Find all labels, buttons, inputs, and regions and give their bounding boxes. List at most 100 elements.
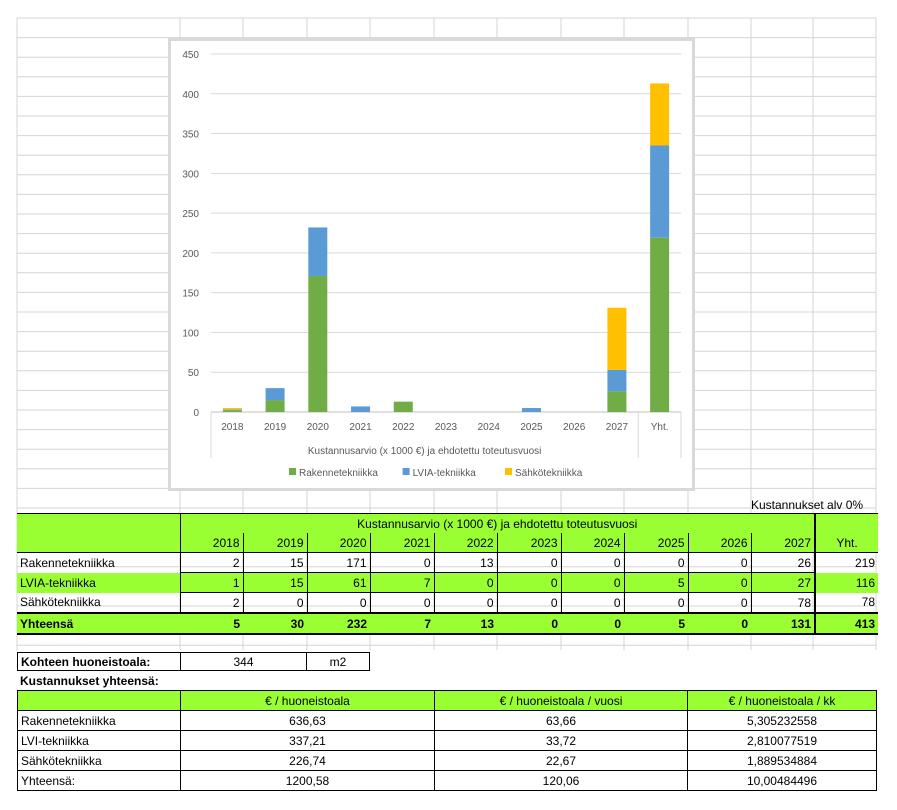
row-total[interactable]: 116 <box>814 572 879 593</box>
bar-segment <box>650 145 670 238</box>
cost-cell[interactable]: 26 <box>750 552 816 573</box>
sum-total[interactable]: 413 <box>814 613 879 634</box>
cost-cell[interactable]: 61 <box>306 572 370 593</box>
alv-note: Kustannukset alv 0% <box>751 498 864 512</box>
sum-cell[interactable]: 7 <box>370 613 434 634</box>
cost-cell[interactable]: 0 <box>496 552 561 573</box>
sum-cell[interactable]: 5 <box>180 613 243 634</box>
cost-cell[interactable]: 171 <box>306 552 370 573</box>
bar-segment <box>308 227 328 276</box>
year-header: 2025 <box>623 533 688 553</box>
summary-cell[interactable]: 33,72 <box>434 730 688 751</box>
cost-cell[interactable]: 0 <box>560 592 624 614</box>
y-tick-label: 450 <box>182 50 199 61</box>
summary-title: Kustannukset yhteensä: <box>20 674 159 688</box>
cost-row: Rakennetekniikka 2 15 171 0 13 0 0 0 0 26 219 <box>17 552 879 573</box>
sum-cell[interactable]: 131 <box>751 613 815 634</box>
summary-cell[interactable]: 2,810077519 <box>687 730 877 751</box>
cost-cell[interactable]: 0 <box>496 572 561 593</box>
area-value: 344 <box>180 652 307 671</box>
x-tick-label: Yht. <box>651 422 669 433</box>
row-total[interactable]: 78 <box>814 592 879 613</box>
bar-segment <box>308 275 328 412</box>
x-tick-label: 2022 <box>392 422 415 433</box>
sum-cell[interactable]: 232 <box>307 613 370 634</box>
legend-label: Rakennetekniikka <box>299 468 378 479</box>
bar-segment <box>222 410 242 412</box>
year-header: 2023 <box>496 533 561 553</box>
cost-cell[interactable]: 0 <box>306 592 370 614</box>
bar-segment <box>265 400 285 412</box>
summary-cell[interactable]: 337,21 <box>180 730 435 751</box>
sum-cell[interactable]: 30 <box>243 613 307 634</box>
cost-cell[interactable]: 0 <box>496 592 561 614</box>
sum-cell[interactable]: 0 <box>688 613 751 634</box>
bar-segment <box>521 408 541 412</box>
cost-cell[interactable]: 5 <box>623 572 688 593</box>
bar-segment <box>650 237 670 412</box>
summary-row: Yhteensä: 1200,58 120,06 10,00484496 <box>17 770 877 791</box>
summary-row: Rakennetekniikka 636,63 63,66 5,305232558 <box>17 710 877 731</box>
cost-cell[interactable]: 0 <box>433 592 497 614</box>
summary-cell[interactable]: 10,00484496 <box>687 770 877 791</box>
summary-cell[interactable]: 120,06 <box>434 770 688 791</box>
summary-cell[interactable]: 63,66 <box>434 710 688 731</box>
cost-cell[interactable]: 15 <box>242 572 307 593</box>
cost-cell[interactable]: 0 <box>369 592 434 614</box>
summary-cell[interactable]: 226,74 <box>180 750 435 771</box>
row-label: Sähkötekniikka <box>20 595 101 610</box>
chart-area[interactable]: 0 50 100 150 200 250 300 350 400 450 2018 2019 2020 2… <box>168 38 695 491</box>
year-header: 2018 <box>179 533 243 553</box>
year-header: 2021 <box>369 533 434 553</box>
legend-swatch <box>289 468 296 475</box>
x-tick-label: 2024 <box>478 422 501 433</box>
legend-swatch <box>402 468 410 475</box>
cost-cell[interactable]: 0 <box>687 592 751 614</box>
summary-row-label: Sähkötekniikka <box>21 753 102 768</box>
summary-cell[interactable]: 22,67 <box>434 750 688 771</box>
x-tick-label: 2025 <box>520 422 543 433</box>
cost-cell[interactable]: 0 <box>687 552 751 573</box>
cost-cell[interactable]: 78 <box>750 592 816 614</box>
y-tick-label: 400 <box>182 90 199 101</box>
cost-cell[interactable]: 0 <box>433 572 497 593</box>
cost-row: LVIA-tekniikka 1 15 61 7 0 0 0 5 0 27 116 <box>17 572 879 593</box>
cost-cell[interactable]: 0 <box>242 592 307 614</box>
cost-cell[interactable]: 13 <box>433 552 497 573</box>
summary-cell[interactable]: 1,889534884 <box>687 750 877 771</box>
sum-cell[interactable]: 5 <box>624 613 688 634</box>
sum-cell[interactable]: 0 <box>561 613 624 634</box>
cost-cell[interactable]: 0 <box>623 592 688 614</box>
cost-cell[interactable]: 27 <box>750 572 816 593</box>
row-label: Rakennetekniikka <box>20 555 115 570</box>
year-header: 2022 <box>433 533 497 553</box>
cost-cell[interactable]: 2 <box>179 552 243 573</box>
summary-cell[interactable]: 5,305232558 <box>687 710 877 731</box>
cost-cell[interactable]: 2 <box>179 592 243 614</box>
x-axis-label: Kustannusarvio (x 1000 €) ja ehdotettu t… <box>308 446 541 457</box>
row-total[interactable]: 219 <box>814 552 879 573</box>
summary-header: € / huoneistoala / vuosi <box>434 690 688 711</box>
summary-cell[interactable]: 636,63 <box>180 710 435 731</box>
legend-label: LVIA-tekniikka <box>413 468 477 479</box>
summary-row: LVI-tekniikka 337,21 33,72 2,810077519 <box>17 730 877 751</box>
cost-cell[interactable]: 0 <box>623 552 688 573</box>
sum-cell[interactable]: 0 <box>497 613 561 634</box>
bar-segment <box>607 307 627 370</box>
cost-cell[interactable]: 15 <box>242 552 307 573</box>
legend-label: Sähkötekniikka <box>515 468 583 479</box>
year-header: 2027 <box>750 533 816 553</box>
cost-cell[interactable]: 0 <box>560 552 624 573</box>
summary-cell[interactable]: 1200,58 <box>180 770 435 791</box>
cost-cell[interactable]: 1 <box>179 572 243 593</box>
bar-segment <box>607 391 627 412</box>
x-tick-label: 2021 <box>349 422 372 433</box>
year-header: 2020 <box>306 533 370 553</box>
cost-cell[interactable]: 0 <box>687 572 751 593</box>
sum-cell[interactable]: 13 <box>434 613 497 634</box>
cost-cell[interactable]: 7 <box>369 572 434 593</box>
total-header: Yht. <box>814 533 879 553</box>
year-header: 2024 <box>560 533 624 553</box>
cost-cell[interactable]: 0 <box>369 552 434 573</box>
cost-cell[interactable]: 0 <box>560 572 624 593</box>
